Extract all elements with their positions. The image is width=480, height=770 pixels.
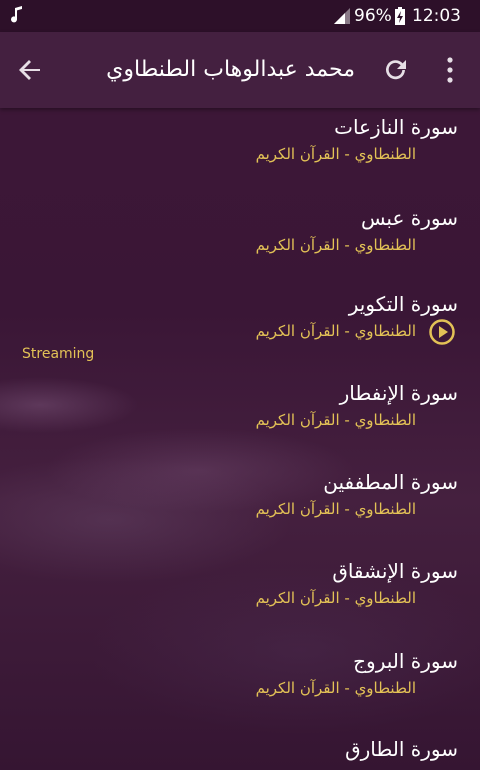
- list-item[interactable]: سورة الإنشقاق الطنطاوي - القرآن الكريم: [0, 556, 480, 644]
- track-title: سورة الطارق: [345, 737, 458, 761]
- refresh-icon[interactable]: [381, 55, 411, 85]
- track-title: سورة عبس: [360, 206, 458, 230]
- list-item[interactable]: سورة عبس الطنطاوي - القرآن الكريم: [0, 203, 480, 291]
- track-title: سورة المطففين: [323, 470, 458, 494]
- list-item[interactable]: سورة الطارق: [0, 734, 480, 770]
- clock: 12:03: [412, 6, 461, 26]
- list-item[interactable]: سورة الإنفطار الطنطاوي - القرآن الكريم: [0, 378, 480, 466]
- list-item[interactable]: سورة المطففين الطنطاوي - القرآن الكريم: [0, 467, 480, 555]
- track-subtitle: الطنطاوي - القرآن الكريم: [255, 679, 416, 697]
- battery-percentage: 96%: [354, 6, 392, 26]
- track-title: سورة الإنشقاق: [332, 559, 458, 583]
- track-list: سورة النازعات الطنطاوي - القرآن الكريم س…: [0, 108, 480, 770]
- battery-charging-icon: [395, 7, 405, 25]
- play-circle-icon[interactable]: [428, 318, 456, 346]
- track-title: سورة التكوير: [348, 292, 458, 316]
- list-item[interactable]: سورة التكوير الطنطاوي - القرآن الكريم: [0, 289, 480, 377]
- screen: 96% 12:03 محمد عبدالوهاب الطنطاوي Stream…: [0, 0, 480, 770]
- track-title: سورة الإنفطار: [339, 381, 458, 405]
- track-subtitle: الطنطاوي - القرآن الكريم: [255, 411, 416, 429]
- track-title: سورة البروج: [353, 649, 458, 673]
- music-note-icon: [11, 6, 22, 23]
- track-subtitle: الطنطاوي - القرآن الكريم: [255, 500, 416, 518]
- page-title: محمد عبدالوهاب الطنطاوي: [106, 57, 355, 82]
- arrow-back-icon[interactable]: [14, 54, 46, 86]
- track-subtitle: الطنطاوي - القرآن الكريم: [255, 589, 416, 607]
- status-bar: 96% 12:03: [0, 0, 480, 32]
- track-title: سورة النازعات: [334, 115, 458, 139]
- track-subtitle: الطنطاوي - القرآن الكريم: [255, 236, 416, 254]
- signal-icon: [334, 8, 350, 24]
- app-bar: محمد عبدالوهاب الطنطاوي: [0, 32, 480, 108]
- list-item[interactable]: سورة النازعات الطنطاوي - القرآن الكريم: [0, 112, 480, 200]
- more-vert-icon[interactable]: [440, 54, 460, 86]
- track-subtitle: الطنطاوي - القرآن الكريم: [255, 322, 416, 340]
- track-subtitle: الطنطاوي - القرآن الكريم: [255, 145, 416, 163]
- list-item[interactable]: سورة البروج الطنطاوي - القرآن الكريم: [0, 646, 480, 734]
